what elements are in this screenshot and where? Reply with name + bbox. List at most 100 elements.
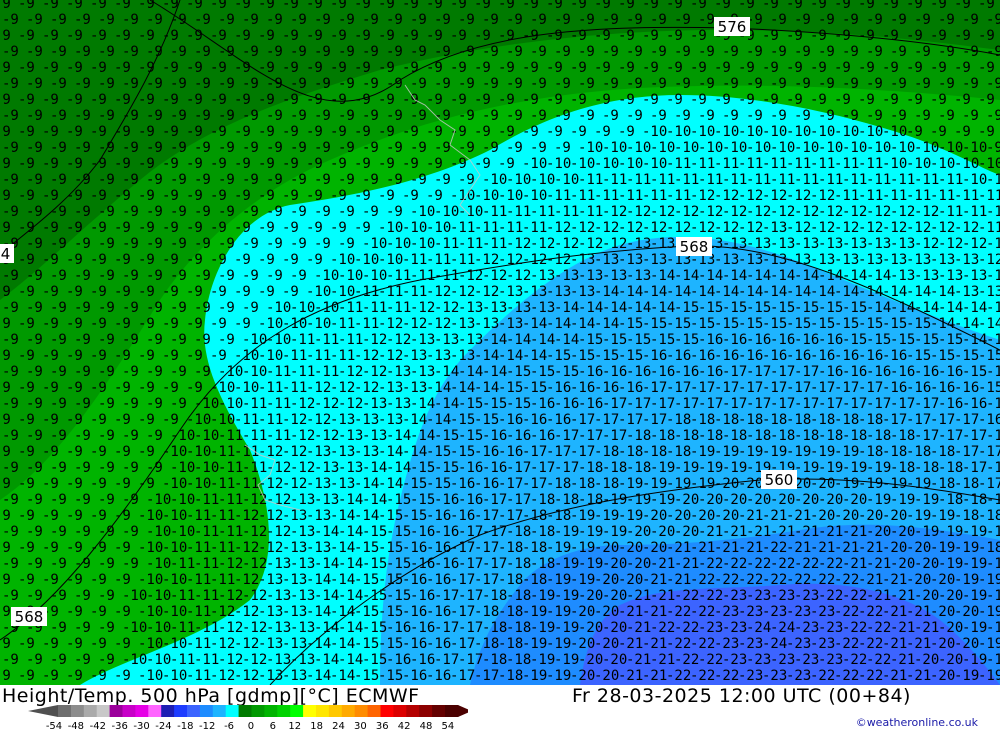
temperature-value: -22 <box>674 620 699 636</box>
scale-arrow-right <box>457 705 468 717</box>
temperature-value: -9 <box>74 396 91 412</box>
temperature-value: -14 <box>594 316 619 332</box>
temperature-value: -19 <box>818 460 843 476</box>
temperature-value: -11 <box>906 188 931 204</box>
temperature-value: -10 <box>674 140 699 156</box>
temperature-value: -10 <box>570 156 595 172</box>
temperature-value: -11 <box>666 188 691 204</box>
temperature-value: -15 <box>914 332 939 348</box>
temperature-value: -14 <box>338 524 363 540</box>
temperature-value: -15 <box>386 524 411 540</box>
temperature-value: -13 <box>338 460 363 476</box>
temperature-value: -9 <box>546 28 563 44</box>
temperature-value: -9 <box>114 412 131 428</box>
temperature-value: -9 <box>90 380 107 396</box>
temperature-value: -9 <box>66 348 83 364</box>
temperature-value: -11 <box>618 188 643 204</box>
temperature-value: -9 <box>66 156 83 172</box>
temperature-value: -11 <box>794 172 819 188</box>
temperature-value: -12 <box>626 204 651 220</box>
temperature-value: -9 <box>0 220 11 236</box>
temperature-value: -9 <box>834 28 851 44</box>
temperature-value: -9 <box>50 140 67 156</box>
temperature-value: -11 <box>194 652 219 668</box>
temperature-value: -9 <box>554 76 571 92</box>
scale-tick-label: 42 <box>398 721 411 731</box>
temperature-value: -21 <box>666 572 691 588</box>
temperature-value: -9 <box>0 380 11 396</box>
temperature-value: -11 <box>882 188 907 204</box>
temperature-value: -9 <box>978 0 995 12</box>
temperature-value: -12 <box>282 476 307 492</box>
temperature-value: -13 <box>498 284 523 300</box>
temperature-value: -15 <box>642 316 667 332</box>
temperature-value: -15 <box>434 428 459 444</box>
temperature-value: -14 <box>338 620 363 636</box>
temperature-value: -11 <box>698 172 723 188</box>
temperature-value: -18 <box>594 476 619 492</box>
temperature-value: -19 <box>978 636 1000 652</box>
temperature-value: -9 <box>434 12 451 28</box>
temperature-value: -15 <box>674 300 699 316</box>
temperature-value: -14 <box>714 284 739 300</box>
temperature-value: -15 <box>578 332 603 348</box>
temperature-value: -20 <box>930 604 955 620</box>
temperature-value: -13 <box>314 492 339 508</box>
temperature-value: -14 <box>434 364 459 380</box>
temperature-value: -9 <box>42 636 59 652</box>
temperature-value: -9 <box>98 620 115 636</box>
temperature-value: -14 <box>314 620 339 636</box>
temperature-value: -9 <box>794 108 811 124</box>
temperature-value: -12 <box>314 428 339 444</box>
temperature-value: -16 <box>930 380 955 396</box>
temperature-value: -17 <box>858 380 883 396</box>
temperature-value: -9 <box>914 108 931 124</box>
temperature-value: -16 <box>906 380 931 396</box>
temperature-value: -13 <box>362 428 387 444</box>
temperature-value: -11 <box>266 428 291 444</box>
temperature-value: -14 <box>858 284 883 300</box>
temperature-value: -18 <box>866 428 891 444</box>
temperature-value: -19 <box>986 588 1000 604</box>
temperature-value: -17 <box>834 380 859 396</box>
temperature-value: -13 <box>282 508 307 524</box>
temperature-value: -15 <box>386 588 411 604</box>
temperature-value: -14 <box>522 316 547 332</box>
temperature-value: -14 <box>402 412 427 428</box>
temperature-value: -9 <box>138 316 155 332</box>
temperature-value: -9 <box>138 124 155 140</box>
temperature-value: -9 <box>114 444 131 460</box>
temperature-value: -20 <box>602 588 627 604</box>
temperature-value: -9 <box>410 76 427 92</box>
temperature-value: -15 <box>666 316 691 332</box>
scale-cell <box>96 705 111 717</box>
temperature-value: -9 <box>122 300 139 316</box>
temperature-value: -12 <box>410 300 435 316</box>
temperature-value: -11 <box>434 236 459 252</box>
temperature-value: -18 <box>522 572 547 588</box>
temperature-value: -19 <box>986 652 1000 668</box>
temperature-value: -9 <box>42 252 59 268</box>
temperature-value: -12 <box>306 380 331 396</box>
temperature-value: -9 <box>954 28 971 44</box>
temperature-value: -9 <box>26 76 43 92</box>
temperature-value: -9 <box>338 44 355 60</box>
temperature-value: -9 <box>26 364 43 380</box>
temperature-value: -12 <box>594 220 619 236</box>
temperature-value: -9 <box>210 92 227 108</box>
temperature-value: -17 <box>458 556 483 572</box>
temperature-value: -12 <box>218 652 243 668</box>
temperature-value: -10 <box>194 396 219 412</box>
temperature-value: -15 <box>650 332 675 348</box>
temperature-value: -9 <box>626 44 643 60</box>
temperature-value: -9 <box>378 28 395 44</box>
temperature-value: -18 <box>506 524 531 540</box>
temperature-value: -9 <box>18 188 35 204</box>
temperature-value: -10 <box>194 460 219 476</box>
temperature-value: -12 <box>666 220 691 236</box>
temperature-value: -11 <box>434 268 459 284</box>
temperature-value: -12 <box>842 204 867 220</box>
temperature-value: -9 <box>266 172 283 188</box>
credit-link[interactable]: ©weatheronline.co.uk <box>856 716 978 729</box>
temperature-value: -19 <box>794 460 819 476</box>
